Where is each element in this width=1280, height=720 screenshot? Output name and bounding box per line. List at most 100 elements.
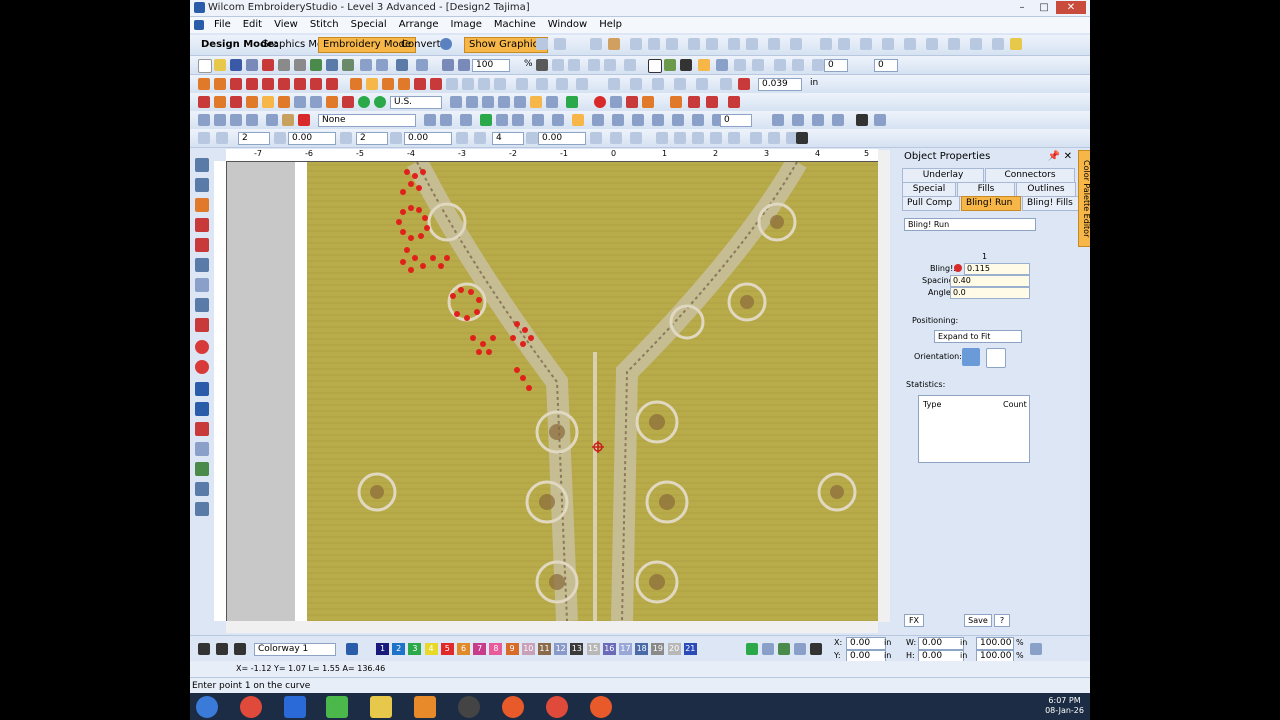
tab-connectors[interactable]: Connectors xyxy=(985,168,1075,183)
param1-input[interactable]: 2 xyxy=(238,132,270,145)
open-file-icon[interactable] xyxy=(214,59,226,71)
measure-icon[interactable] xyxy=(588,59,600,71)
mesh-icon[interactable] xyxy=(310,96,322,108)
bling-icon[interactable] xyxy=(642,96,654,108)
tab-bling-run[interactable]: Bling! Run xyxy=(961,196,1021,211)
print-preview-icon[interactable] xyxy=(294,59,306,71)
auto-spacing-icon[interactable] xyxy=(576,78,588,90)
color-picker-icon[interactable] xyxy=(346,643,358,655)
fractional-icon[interactable] xyxy=(608,78,620,90)
app-b-icon[interactable] xyxy=(326,696,348,718)
menu-arrange[interactable]: Arrange xyxy=(393,17,445,33)
zoom-input[interactable]: 100 xyxy=(472,59,510,72)
monitor-icon[interactable] xyxy=(796,132,808,144)
spacing-input[interactable]: 0.40 xyxy=(950,275,1030,287)
undo-icon[interactable] xyxy=(396,59,408,71)
outline-icon[interactable] xyxy=(926,38,938,50)
design-canvas[interactable] xyxy=(227,162,878,621)
triple-run-icon[interactable] xyxy=(366,78,378,90)
w-percent-input[interactable]: 100.00 xyxy=(976,637,1014,650)
morph-icon[interactable] xyxy=(792,114,804,126)
offset-tool-icon[interactable] xyxy=(552,114,564,126)
pin-icon[interactable]: 📌 xyxy=(1048,150,1060,164)
color-well-15[interactable]: 15 xyxy=(587,643,600,655)
mirror-icon[interactable] xyxy=(746,38,758,50)
firefox-2-icon[interactable] xyxy=(590,696,612,718)
w-input[interactable]: 0.00 xyxy=(918,637,964,650)
pattern-icon[interactable] xyxy=(440,114,452,126)
sequin-icon[interactable] xyxy=(670,96,682,108)
units-select[interactable]: U.S. xyxy=(390,96,442,109)
grid-icon[interactable] xyxy=(536,59,548,71)
stitch-player-icon[interactable] xyxy=(604,59,616,71)
stemstitch-icon[interactable] xyxy=(398,78,410,90)
globe-icon[interactable] xyxy=(440,38,452,50)
stop-points-icon[interactable] xyxy=(610,96,622,108)
param11-icon[interactable] xyxy=(656,132,668,144)
save-icon[interactable] xyxy=(230,59,242,71)
motif-run-icon[interactable] xyxy=(430,78,442,90)
color-icon[interactable] xyxy=(626,96,638,108)
wave-icon[interactable] xyxy=(556,78,568,90)
auto-underlay-icon[interactable] xyxy=(696,78,708,90)
color-well-17[interactable]: 17 xyxy=(619,643,632,655)
param2-input[interactable]: 0.00 xyxy=(288,132,336,145)
column-a-icon[interactable] xyxy=(214,96,226,108)
pattern-fill-icon[interactable] xyxy=(246,78,258,90)
zoom-fit-icon[interactable] xyxy=(552,59,564,71)
system-clock[interactable]: 6:07 PM 08-Jan-26 xyxy=(1045,696,1084,716)
carve-icon[interactable] xyxy=(282,114,294,126)
jump-icon[interactable] xyxy=(612,114,624,126)
zoom-in-icon[interactable] xyxy=(458,59,470,71)
maximize-button[interactable]: □ xyxy=(1034,1,1054,14)
stitch-count-input[interactable]: 0 xyxy=(720,114,752,127)
column-b-icon[interactable] xyxy=(230,96,242,108)
shape-icon[interactable] xyxy=(992,38,1004,50)
positioning-select[interactable]: Expand to Fit xyxy=(934,330,1022,343)
refresh-icon[interactable] xyxy=(358,96,370,108)
fabric-backdrop-image[interactable] xyxy=(307,162,878,621)
distribute-icon[interactable] xyxy=(688,38,700,50)
program-split-icon[interactable] xyxy=(310,78,322,90)
color-well-10[interactable]: 10 xyxy=(522,643,535,655)
align-right-icon[interactable] xyxy=(666,38,678,50)
hoop-icon[interactable] xyxy=(450,96,462,108)
cancel-icon[interactable] xyxy=(298,114,310,126)
funnel-icon[interactable] xyxy=(680,59,692,71)
layout-tool-icon[interactable] xyxy=(195,502,209,516)
color-well-8[interactable]: 8 xyxy=(489,643,502,655)
color-well-3[interactable]: 3 xyxy=(408,643,421,655)
select-tool-icon[interactable] xyxy=(536,38,548,50)
print-small-icon[interactable] xyxy=(198,643,210,655)
select-arrow-icon[interactable] xyxy=(195,158,209,172)
stitch-icon[interactable] xyxy=(546,96,558,108)
globe-tool-icon[interactable] xyxy=(856,114,868,126)
param4-input[interactable]: 0.00 xyxy=(404,132,452,145)
menu-window[interactable]: Window xyxy=(542,17,593,33)
copy-icon[interactable] xyxy=(326,59,338,71)
color-settings-icon[interactable] xyxy=(216,643,228,655)
crop-icon[interactable] xyxy=(195,258,209,272)
intersect-icon[interactable] xyxy=(860,38,872,50)
hoop-tool-icon[interactable] xyxy=(195,462,209,476)
pick-color-icon[interactable] xyxy=(794,643,806,655)
line-icon[interactable] xyxy=(195,298,209,312)
orientation-b-icon[interactable] xyxy=(986,348,1006,368)
product-icon[interactable] xyxy=(530,96,542,108)
tab-fills[interactable]: Fills xyxy=(957,182,1015,197)
offset-icon[interactable] xyxy=(948,38,960,50)
menu-file[interactable]: File xyxy=(208,17,237,33)
param17-icon[interactable] xyxy=(768,132,780,144)
proportional-lock-icon[interactable] xyxy=(1030,643,1042,655)
orientation-a-icon[interactable] xyxy=(962,348,980,366)
stone-icon[interactable] xyxy=(706,96,718,108)
zoom-icon[interactable] xyxy=(442,59,454,71)
param16-icon[interactable] xyxy=(750,132,762,144)
paste-icon[interactable] xyxy=(342,59,354,71)
param6-icon[interactable] xyxy=(474,132,486,144)
effects-icon[interactable] xyxy=(516,78,528,90)
complex-fill-icon[interactable] xyxy=(262,96,274,108)
bling-size-select[interactable]: 0.115 xyxy=(964,263,1030,275)
bevel-icon[interactable] xyxy=(970,38,982,50)
param3-icon[interactable] xyxy=(340,132,352,144)
